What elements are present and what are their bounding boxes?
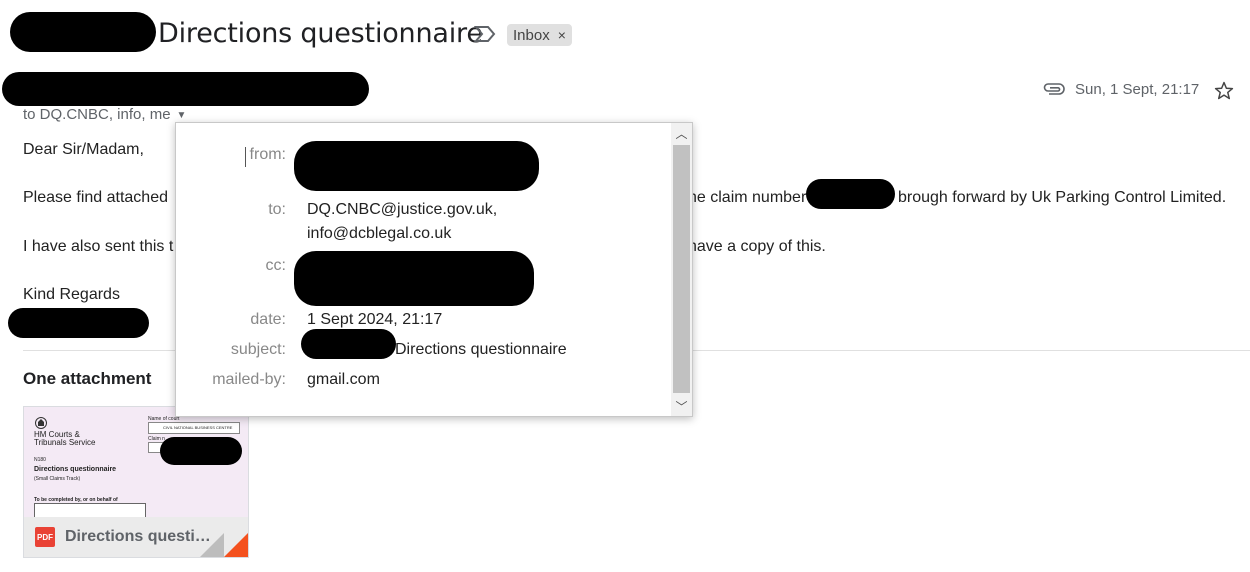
attachment-card[interactable]: HM Courts & Tribunals Service Name of co…: [23, 406, 249, 558]
to-value-2: info@dcblegal.co.uk: [307, 225, 452, 242]
paragraph-1-end: brough forward by Uk Parking Control Lim…: [898, 189, 1227, 206]
email-subject: Directions questionnaire: [158, 18, 483, 49]
paragraph-2-start: I have also sent this t: [23, 238, 174, 255]
mailedby-label: mailed-by:: [212, 371, 286, 388]
text-cursor: [245, 147, 246, 167]
redacted-claim-in-preview: [160, 437, 242, 465]
redacted-subject-in-details: [301, 329, 396, 359]
subject-label: subject:: [230, 341, 286, 358]
paperclip-icon: [1043, 83, 1065, 95]
redacted-cc-value: [294, 251, 534, 306]
paragraph-2-end: have a copy of this.: [688, 238, 826, 255]
page-fold-icon: [200, 533, 224, 557]
message-details-popup: from: to: DQ.CNBC@justice.gov.uk, info@d…: [175, 122, 693, 417]
preview-org-line2: Tribunals Service: [34, 438, 96, 447]
preview-court-value: CIVIL NATIONAL BUSINESS CENTRE: [163, 425, 233, 430]
paragraph-1-claim-text: he claim number: [688, 189, 807, 206]
preview-form-code: N180: [34, 457, 46, 463]
redacted-claim-number: [806, 179, 895, 209]
scroll-thumb[interactable]: [673, 145, 690, 393]
signoff-text: Kind Regards: [23, 286, 120, 303]
pdf-icon: PDF: [35, 527, 55, 547]
preview-form-title: Directions questionnaire: [34, 466, 117, 473]
redacted-signature: [8, 308, 149, 338]
inbox-label-text: Inbox: [513, 26, 550, 44]
redacted-from-value: [294, 141, 539, 191]
subject-value: Directions questionnaire: [395, 341, 567, 358]
remove-label-icon[interactable]: ×: [558, 27, 566, 43]
star-icon[interactable]: [1213, 80, 1235, 102]
email-date: Sun, 1 Sept, 21:17: [1075, 81, 1200, 98]
paragraph-1-start: Please find attached: [23, 189, 168, 206]
redacted-sender: [2, 72, 369, 106]
scroll-up-icon[interactable]: ︿: [671, 123, 692, 143]
attachment-filename: Directions questi…: [65, 528, 211, 545]
pdf-corner-icon: [224, 533, 248, 557]
scroll-down-icon[interactable]: ﹀: [671, 396, 692, 416]
to-label: to:: [268, 201, 286, 218]
cc-label: cc:: [265, 257, 286, 274]
chevron-down-icon[interactable]: ▼: [177, 110, 187, 121]
date-label: date:: [250, 311, 286, 328]
date-value: 1 Sept 2024, 21:17: [307, 311, 443, 328]
redacted-subject-prefix: [10, 12, 156, 52]
preview-form-track: (Small Claims Track): [34, 476, 81, 482]
preview-court-box: CIVIL NATIONAL BUSINESS CENTRE: [148, 422, 240, 434]
mailedby-value: gmail.com: [307, 371, 380, 388]
recipients-line[interactable]: to DQ.CNBC, info, me ▼: [23, 106, 186, 123]
popup-scrollbar[interactable]: ︿ ﹀: [671, 123, 692, 416]
crest-icon: [35, 417, 47, 429]
recipients-text: to DQ.CNBC, info, me: [23, 106, 171, 123]
inbox-label-chip[interactable]: Inbox ×: [507, 24, 572, 46]
attachments-header: One attachment: [23, 369, 152, 388]
greeting-text: Dear Sir/Madam,: [23, 141, 144, 158]
from-label: from:: [249, 146, 286, 163]
to-value-1: DQ.CNBC@justice.gov.uk,: [307, 201, 498, 218]
important-marker-icon[interactable]: [474, 25, 496, 43]
